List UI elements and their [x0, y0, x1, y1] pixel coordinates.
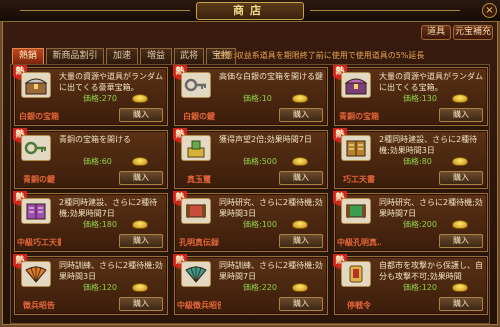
buy-button[interactable]: 購入 [439, 108, 483, 122]
title-ornament-right [310, 10, 460, 11]
item-description: 大量の資源や道具がランダムに出てくる宝箱。 [379, 72, 483, 92]
craft-book-icon[interactable] [341, 135, 371, 161]
silver-chest-icon[interactable] [21, 72, 51, 98]
mid-craft-book-icon[interactable] [21, 198, 51, 224]
conscription-icon[interactable] [21, 261, 51, 287]
gold-ingot-icon [292, 283, 308, 292]
item-description: 青銅の宝箱を開ける [59, 135, 131, 144]
tab-generals[interactable]: 武将 [174, 48, 204, 64]
buy-button[interactable]: 購入 [279, 108, 323, 122]
ceasefire-icon[interactable] [341, 261, 371, 287]
mid-conscription-icon[interactable] [181, 261, 211, 287]
buy-button[interactable]: 購入 [279, 297, 323, 311]
buy-button[interactable]: 購入 [439, 171, 483, 185]
kongming-scroll-icon[interactable] [181, 198, 211, 224]
tab-new-sale[interactable]: 新商品割引 [46, 48, 104, 64]
item-name: 青銅の宝箱 [339, 112, 379, 121]
shop-item-card: 熱中級孔明真… 同時研究、さらに2種待機;効果時間7日 価格:200 購入 [333, 191, 488, 252]
item-name: 中級孔明真… [337, 238, 381, 247]
recharge-button[interactable]: 元宝補充 [453, 25, 493, 40]
item-description: 大量の資源や道具がランダムに出てくる豪華宝箱。 [59, 72, 163, 92]
buy-button[interactable]: 購入 [119, 297, 163, 311]
bronze-key-icon[interactable] [21, 135, 51, 161]
item-name: 停戦令 [347, 301, 371, 310]
bronze-chest-icon[interactable] [341, 72, 371, 98]
gold-ingot-icon [132, 283, 148, 292]
item-description: 2種同時建設、さらに2種待機;効果時間7日 [59, 198, 158, 218]
title-bar: 商店 × [0, 0, 500, 22]
item-name: 青銅の鍵 [23, 175, 55, 184]
item-description: 同時研究、さらに2種待機;効果時間7日 [379, 198, 483, 218]
item-description: 同時研究、さらに2種待機;効果時間3日 [219, 198, 323, 218]
gold-ingot-icon [452, 283, 468, 292]
shop-item-card: 熱中級徴兵昭告 同時訓練、さらに2種待機;効果時間7日 価格:220 購入 [173, 254, 328, 315]
gold-ingot-icon [452, 220, 468, 229]
item-name: 中級巧工天書 [17, 238, 61, 247]
buy-button[interactable]: 購入 [279, 171, 323, 185]
shop-item-card: 熱中級巧工天書 2種同時建設、さらに2種待機;効果時間7日 価格:180 購入 [13, 191, 168, 252]
item-name: 白銀の鍵 [183, 112, 215, 121]
gold-ingot-icon [292, 94, 308, 103]
mid-kongming-scroll-icon[interactable] [341, 198, 371, 224]
shop-item-card: 熱白銀の宝箱 大量の資源や道具がランダムに出てくる豪華宝箱。 価格:270 購入 [13, 65, 168, 126]
item-name: 巧工天書 [343, 175, 375, 184]
item-description: 獲得声望2倍;効果時間7日 [219, 135, 312, 144]
shop-item-card: 熱青銅の鍵 青銅の宝箱を開ける 価格:60 購入 [13, 128, 168, 189]
shop-item-card: 熱真玉璽 獲得声望2倍;効果時間7日 価格:500 購入 [173, 128, 328, 189]
buy-button[interactable]: 購入 [279, 234, 323, 248]
gold-ingot-icon [132, 157, 148, 166]
notice-text: 注意:収益系道具を期限終了前に使用で使用道具の5%延長 [217, 51, 425, 60]
shop-item-card: 熱白銀の鍵 高価な白銀の宝箱を開ける鍵 価格:10 購入 [173, 65, 328, 126]
tab-boost[interactable]: 増益 [140, 48, 172, 64]
item-name: 真玉璽 [187, 175, 211, 184]
gold-ingot-icon [132, 94, 148, 103]
shop-item-card: 熱巧工天書 2種同時建設、さらに2種待機;効果時間3日 価格:80 購入 [333, 128, 488, 189]
item-description: 2種同時建設、さらに2種待機;効果時間3日 [379, 135, 478, 155]
buy-button[interactable]: 購入 [439, 297, 483, 311]
shop-item-card: 熱停戦令 自都市を攻撃から保護し、自分も攻撃不可;効果時間 価格:120 購入 [333, 254, 488, 315]
tab-speedup[interactable]: 加速 [106, 48, 138, 64]
gold-ingot-icon [452, 94, 468, 103]
item-name: 徴兵昭告 [23, 301, 55, 310]
item-description: 同時訓練、さらに2種待機;効果時間7日 [219, 261, 323, 281]
buy-button[interactable]: 購入 [119, 171, 163, 185]
item-name: 孔明真伝録 [179, 238, 219, 247]
gold-ingot-icon [292, 157, 308, 166]
item-description: 同時訓練、さらに2種待機;効果時間3日 [59, 261, 163, 281]
item-description: 高価な白銀の宝箱を開ける鍵 [219, 72, 323, 81]
title-ornament-left [20, 10, 190, 11]
item-description: 自都市を攻撃から保護し、自分も攻撃不可;効果時間 [379, 261, 483, 281]
item-name: 白銀の宝箱 [19, 112, 59, 121]
gold-ingot-icon [132, 220, 148, 229]
shop-item-card: 熱青銅の宝箱 大量の資源や道具がランダムに出てくる宝箱。 価格:130 購入 [333, 65, 488, 126]
silver-key-icon[interactable] [181, 72, 211, 98]
shop-item-card: 熱徴兵昭告 同時訓練、さらに2種待機;効果時間3日 価格:120 購入 [13, 254, 168, 315]
buy-button[interactable]: 購入 [119, 108, 163, 122]
gold-ingot-icon [292, 220, 308, 229]
buy-button[interactable]: 購入 [119, 234, 163, 248]
gold-ingot-icon [452, 157, 468, 166]
tab-hot[interactable]: 熱銷 [12, 48, 44, 64]
item-name: 中級徴兵昭告 [177, 301, 221, 310]
shop-item-card: 熱孔明真伝録 同時研究、さらに2種待機;効果時間3日 価格:100 購入 [173, 191, 328, 252]
window-title: 商店 [196, 2, 304, 20]
close-button[interactable]: × [482, 3, 497, 18]
items-button[interactable]: 道具 [421, 25, 451, 40]
buy-button[interactable]: 購入 [439, 234, 483, 248]
jade-seal-icon[interactable] [181, 135, 211, 161]
